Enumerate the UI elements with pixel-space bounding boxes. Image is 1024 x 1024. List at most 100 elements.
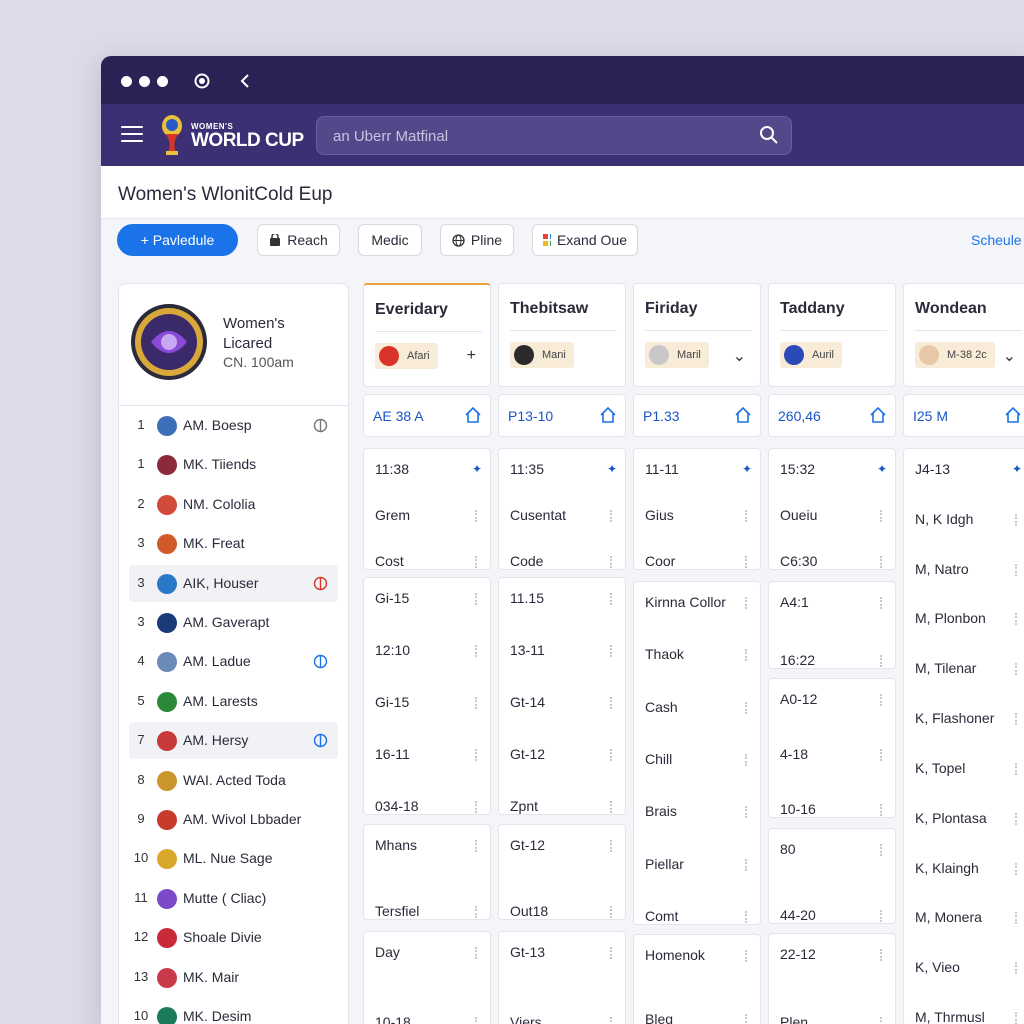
slot-text[interactable]: Cusentat <box>510 507 566 523</box>
drag-handle-icon[interactable] <box>880 510 886 522</box>
drag-handle-icon[interactable] <box>745 950 751 962</box>
slot-text[interactable]: Gt-13 <box>510 944 545 960</box>
drag-handle-icon[interactable] <box>475 947 481 959</box>
slot-text[interactable]: Grem <box>375 507 410 523</box>
medic-button[interactable]: Medic <box>358 224 422 256</box>
search-box[interactable] <box>316 116 792 156</box>
home-icon[interactable] <box>734 406 752 424</box>
drag-handle-icon[interactable] <box>475 749 481 761</box>
drag-handle-icon[interactable] <box>745 806 751 819</box>
slot-text[interactable]: M, Tilenar <box>915 660 976 676</box>
drag-handle-icon[interactable] <box>745 754 751 766</box>
team-row[interactable]: 3 AIK, Houser <box>129 564 338 602</box>
slot-text[interactable]: 11:38 <box>375 461 409 477</box>
slot-text[interactable]: 22-12 <box>780 946 816 962</box>
day-header[interactable]: Firiday Maril ⌄ <box>633 283 761 387</box>
match-card[interactable]: Mhans Tersfiel <box>363 824 491 920</box>
slot-text[interactable]: M, Plonbon <box>915 610 986 626</box>
slot-text[interactable]: K, Flashoner <box>915 710 994 726</box>
slot-text[interactable]: Cash <box>645 699 678 715</box>
slot-text[interactable]: Cost <box>375 553 404 569</box>
slot-text[interactable]: Piellar <box>645 856 684 872</box>
slot-text[interactable]: A4:1 <box>780 594 809 610</box>
slot-text[interactable]: 44-20 <box>780 907 816 923</box>
drag-handle-icon[interactable] <box>745 911 751 923</box>
team-status-icon[interactable] <box>313 418 328 433</box>
slot-text[interactable]: K, Plontasa <box>915 810 987 826</box>
match-card[interactable]: Gi-15 12:10 Gi-15 16-11 034-18 <box>363 577 491 815</box>
drag-handle-icon[interactable] <box>880 1017 886 1024</box>
slot-text[interactable]: J4-13 <box>915 461 950 477</box>
drag-handle-icon[interactable] <box>475 840 481 852</box>
team-row[interactable]: 5 AM. Larests <box>129 683 338 720</box>
slot-text[interactable]: Thaok <box>645 646 684 662</box>
drag-handle-icon[interactable] <box>1015 862 1021 875</box>
slot-text[interactable]: K, Vieo <box>915 959 960 975</box>
expand-button[interactable]: Exand Oue <box>532 224 638 256</box>
slot-text[interactable]: 16:22 <box>780 652 815 668</box>
slot-text[interactable]: Day <box>375 944 400 960</box>
drag-handle-icon[interactable] <box>1015 563 1021 576</box>
drag-handle-icon[interactable] <box>475 510 481 522</box>
team-row[interactable]: 11 Mutte ( Cliac) <box>129 880 338 917</box>
slot-text[interactable]: Homenok <box>645 947 705 963</box>
match-card[interactable]: 11.15 13-11 Gt-14 Gt-12 Zpnt <box>498 577 626 815</box>
slot-text[interactable]: Mhans <box>375 837 417 853</box>
slot-text[interactable]: Viers <box>510 1014 542 1024</box>
search-icon[interactable] <box>759 125 779 145</box>
slot-text[interactable]: Coor <box>645 553 675 569</box>
day-summary[interactable]: I25 M <box>903 394 1024 437</box>
slot-text[interactable]: Gi-15 <box>375 590 409 606</box>
slot-text[interactable]: Out18 <box>510 903 548 919</box>
home-icon[interactable] <box>464 406 482 424</box>
slot-text[interactable]: Kirnna Collor <box>645 594 726 610</box>
match-card[interactable]: Homenok Bleg <box>633 934 761 1024</box>
drag-handle-icon[interactable] <box>880 749 886 761</box>
drag-handle-icon[interactable] <box>610 906 616 918</box>
drag-handle-icon[interactable] <box>475 697 481 709</box>
slot-text[interactable]: Gt-12 <box>510 746 545 762</box>
slot-text[interactable]: K, Klaingh <box>915 860 979 876</box>
day-summary[interactable]: AE 38 A <box>363 394 491 437</box>
match-card[interactable]: Gt-12 Out18 <box>498 824 626 920</box>
drag-handle-icon[interactable] <box>880 655 886 667</box>
add-schedule-button[interactable]: + Pavledule <box>117 224 238 256</box>
team-row[interactable]: 1 MK. Tiiends <box>129 446 338 483</box>
team-status-icon[interactable] <box>313 733 328 748</box>
slot-text[interactable]: 16-11 <box>375 746 410 762</box>
window-dot-icon[interactable] <box>139 76 150 87</box>
slot-text[interactable]: M, Monera <box>915 909 982 925</box>
day-header[interactable]: Everidary Afari + <box>363 283 491 387</box>
drag-handle-icon[interactable] <box>1015 962 1021 975</box>
team-row[interactable]: 3 MK. Freat <box>129 525 338 562</box>
drag-handle-icon[interactable] <box>745 597 751 609</box>
drag-handle-icon[interactable] <box>1015 912 1021 925</box>
slot-text[interactable]: Brais <box>645 803 677 819</box>
match-card[interactable]: 22-12 Plen <box>768 933 896 1024</box>
drag-handle-icon[interactable] <box>610 697 616 709</box>
drag-handle-icon[interactable] <box>880 694 886 706</box>
slot-text[interactable]: Zpnt <box>510 798 538 814</box>
drag-handle-icon[interactable] <box>610 593 616 605</box>
slot-text[interactable]: Gt-12 <box>510 837 545 853</box>
slot-text[interactable]: 4-18 <box>780 746 808 762</box>
match-card[interactable]: Gt-13 Viers <box>498 931 626 1024</box>
drag-handle-icon[interactable] <box>880 949 886 961</box>
drag-handle-icon[interactable] <box>745 701 751 714</box>
pin-icon[interactable]: ✦ <box>607 462 617 476</box>
slot-text[interactable]: Gi-15 <box>375 694 409 710</box>
drag-handle-icon[interactable] <box>1015 812 1021 825</box>
drag-handle-icon[interactable] <box>610 556 616 568</box>
match-card[interactable]: 80 44-20 <box>768 828 896 924</box>
slot-text[interactable]: 11:35 <box>510 461 544 477</box>
slot-text[interactable]: 11-11 <box>645 461 679 477</box>
home-icon[interactable] <box>869 406 887 424</box>
slot-text[interactable]: 15:32 <box>780 461 815 477</box>
day-chip[interactable]: M-38 2c <box>915 342 995 368</box>
slot-text[interactable]: A0-12 <box>780 691 817 707</box>
reach-button[interactable]: Reach <box>257 224 340 256</box>
drag-handle-icon[interactable] <box>475 906 481 918</box>
day-summary[interactable]: 260,46 <box>768 394 896 437</box>
drag-handle-icon[interactable] <box>610 801 616 813</box>
team-row[interactable]: 12 Shoale Divie <box>129 919 338 956</box>
